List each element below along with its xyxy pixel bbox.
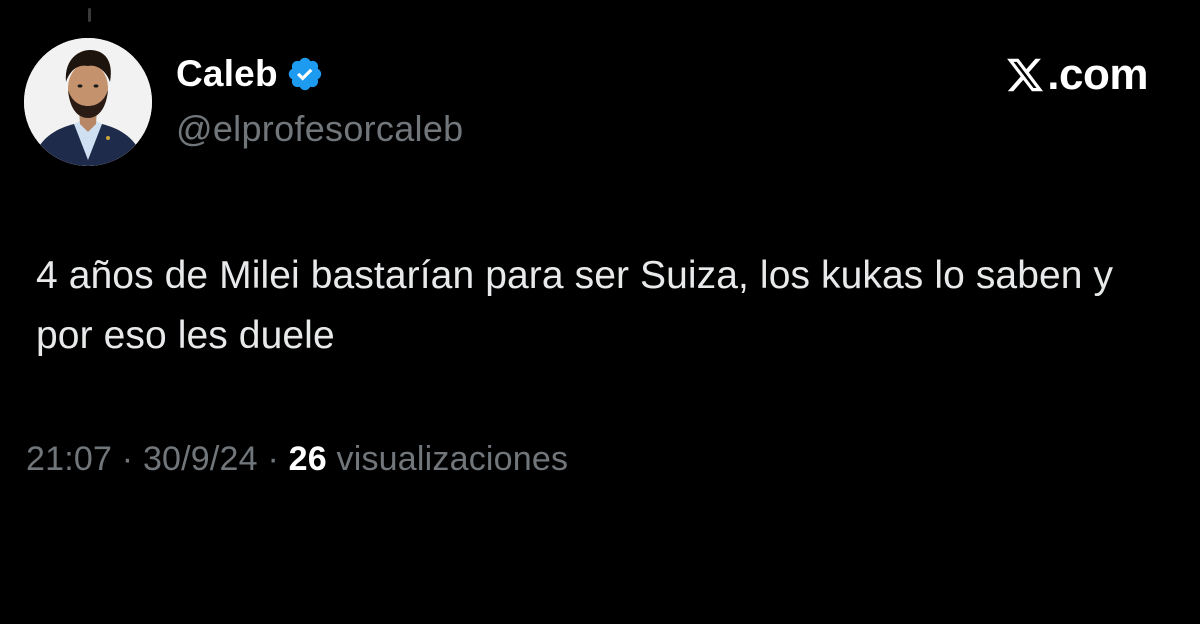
verified-badge-icon xyxy=(286,55,324,93)
views-count[interactable]: 26 xyxy=(289,440,327,478)
avatar[interactable] xyxy=(24,38,152,166)
views-label: visualizaciones xyxy=(336,440,569,478)
site-domain-text: .com xyxy=(1047,50,1148,99)
tweet-date[interactable]: 30/9/24 xyxy=(143,440,258,478)
author-name-row: Caleb xyxy=(176,52,324,96)
tweet-time[interactable]: 21:07 xyxy=(26,440,112,478)
top-indicator xyxy=(88,8,91,22)
author-handle[interactable]: @elprofesorcaleb xyxy=(176,108,464,150)
display-name[interactable]: Caleb xyxy=(176,53,278,95)
tweet-text: 4 años de Milei bastarían para ser Suiza… xyxy=(36,254,1114,357)
meta-separator: · xyxy=(121,440,134,478)
tweet-meta: 21:07 · 30/9/24 · 26 visualizaciones xyxy=(26,440,568,479)
meta-separator: · xyxy=(267,440,279,478)
site-logo: .com xyxy=(1005,50,1148,100)
profile-photo xyxy=(24,38,152,166)
x-logo-icon xyxy=(1007,58,1044,92)
